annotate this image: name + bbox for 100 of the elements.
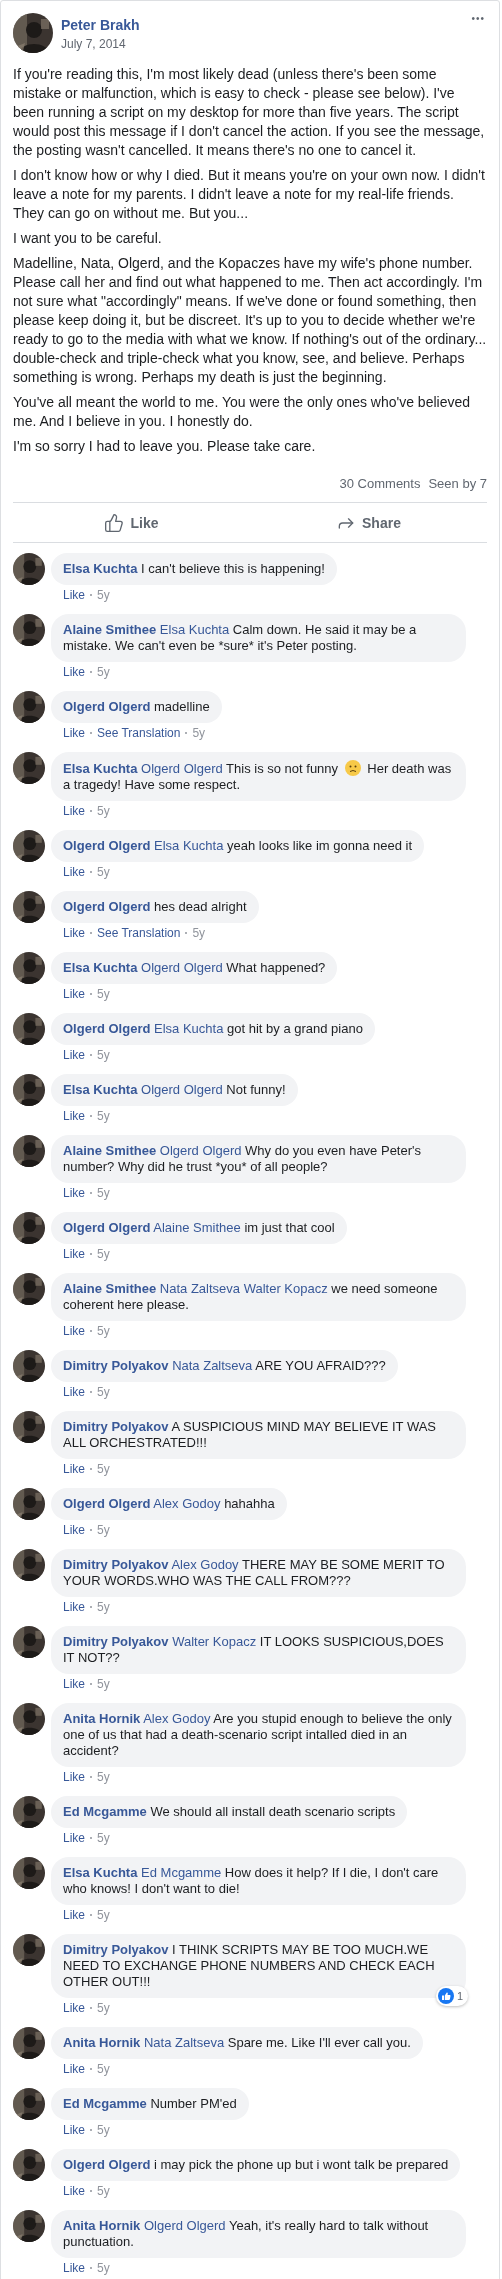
seen-by[interactable]: Seen by 7 xyxy=(428,476,487,492)
author-link[interactable]: Alaine Smithee xyxy=(63,622,157,637)
comment-text: Elsa Kuchta Olgerd Olgerd What happened? xyxy=(63,960,326,976)
like-link[interactable]: Like xyxy=(63,864,85,880)
author-link[interactable]: Olgerd Olgerd xyxy=(63,899,151,914)
sad-face-icon xyxy=(344,760,361,776)
mention-link[interactable]: Alaine Smithee xyxy=(153,1220,241,1235)
like-link[interactable]: Like xyxy=(63,1907,85,1923)
like-link[interactable]: Like xyxy=(63,1769,85,1785)
comment-time: 5y xyxy=(97,1769,110,1785)
like-link[interactable]: Like xyxy=(63,1522,85,1538)
like-link[interactable]: Like xyxy=(63,1461,85,1477)
like-link[interactable]: Like xyxy=(63,1676,85,1692)
like-link[interactable]: Like xyxy=(63,2000,85,2016)
mention-link[interactable]: Walter Kopacz xyxy=(172,1634,257,1649)
author-link[interactable]: Elsa Kuchta xyxy=(63,1082,138,1097)
like-icon xyxy=(437,1988,454,2004)
comment-text: Olgerd Olgerd hes dead alright xyxy=(63,899,247,915)
mention-link[interactable]: Olgerd Olgerd xyxy=(141,1082,223,1097)
author-link[interactable]: Dimitry Polyakov xyxy=(63,1557,169,1572)
comment-time: 5y xyxy=(97,1830,110,1846)
comment-time: 5y xyxy=(97,2183,110,2199)
comment-text: Elsa Kuchta Olgerd Olgerd This is so not funny Her death was a tragedy! Have some respect. xyxy=(63,760,453,793)
mention-link[interactable]: Elsa Kuchta xyxy=(154,838,224,853)
author-link[interactable]: Olgerd Olgerd xyxy=(63,1021,151,1036)
comment-text: Elsa Kuchta Olgerd Olgerd Not funny! xyxy=(63,1082,286,1098)
author-link[interactable]: Elsa Kuchta xyxy=(63,1865,138,1880)
author-link[interactable]: Olgerd Olgerd xyxy=(63,1220,151,1235)
author-link[interactable]: Ed Mcgamme xyxy=(63,2096,147,2111)
mention-link[interactable]: Nata Zaltseva xyxy=(172,1358,253,1373)
author-link[interactable]: Dimitry Polyakov xyxy=(63,1942,169,1957)
translation-link[interactable]: See Translation xyxy=(97,925,181,941)
comment-time: 5y xyxy=(97,1599,110,1615)
mention-link[interactable]: Olgerd Olgerd xyxy=(159,1143,242,1158)
reaction-count[interactable]: 1 xyxy=(435,1986,468,2006)
comments-count[interactable]: 30 Comments xyxy=(339,476,421,492)
author-link[interactable]: Anita Hornik xyxy=(63,2035,141,2050)
comment-text: Anita Hornik Nata Zaltseva Spare me. Like I'll ever call you. xyxy=(63,2035,411,2051)
like-link[interactable]: Like xyxy=(63,1599,85,1615)
share-button[interactable]: Share xyxy=(250,503,487,542)
like-link[interactable]: Like xyxy=(63,2122,85,2138)
mention-link[interactable]: Elsa Kuchta xyxy=(154,1021,224,1036)
comment-time: 5y xyxy=(97,1461,110,1477)
author-link[interactable]: Olgerd Olgerd xyxy=(63,2157,151,2172)
like-link[interactable]: Like xyxy=(63,1185,85,1201)
post-paragraph: If you're reading this, I'm most likely dead (unless there's been some mistake or malfunction, which is easy to check - please see below). I've been running a script on my desktop for more than five years. The script would post this message if I don't cancel the action. If you see the message, the posting wasn't cancelled. It means there's no one to cancel it. xyxy=(13,65,486,160)
mention-link[interactable]: Alex Godoy xyxy=(171,1557,239,1572)
like-link[interactable]: Like xyxy=(63,1384,85,1400)
mention-link[interactable]: Olgerd Olgerd xyxy=(143,2218,226,2233)
mention-link[interactable]: Elsa Kuchta xyxy=(159,622,230,637)
author-link[interactable]: Anita Hornik xyxy=(63,1711,141,1726)
author-link[interactable]: Elsa Kuchta xyxy=(63,561,138,576)
mention-link[interactable]: Nata Zaltseva xyxy=(143,2035,225,2050)
author-link[interactable]: Olgerd Olgerd xyxy=(63,838,151,853)
like-link[interactable]: Like xyxy=(63,725,85,741)
comment-text: Elsa Kuchta I can't believe this is happening! xyxy=(63,561,325,577)
mention-link[interactable]: Nata Zaltseva xyxy=(159,1281,241,1296)
comment-time: 5y xyxy=(97,587,110,603)
like-link[interactable]: Like xyxy=(63,1323,85,1339)
author-link[interactable]: Elsa Kuchta xyxy=(63,761,138,776)
author-link[interactable]: Ed Mcgamme xyxy=(63,1804,147,1819)
comment-text: Dimitry Polyakov A SUSPICIOUS MIND MAY BELIEVE IT WAS ALL ORCHESTRATED!!! xyxy=(63,1419,438,1451)
comment-text: Olgerd Olgerd i may pick the phone up but i wont talk be prepared xyxy=(63,2157,449,2173)
comment-text: Dimitry Polyakov Walter Kopacz IT LOOKS SUSPICIOUS,DOES IT NOT?? xyxy=(63,1634,445,1666)
like-link[interactable]: Like xyxy=(63,1830,85,1846)
like-link[interactable]: Like xyxy=(63,664,85,680)
like-link[interactable]: Like xyxy=(63,986,85,1002)
author-link[interactable]: Dimitry Polyakov xyxy=(63,1419,169,1434)
like-link[interactable]: Like xyxy=(63,1246,85,1262)
like-link[interactable]: Like xyxy=(63,2061,85,2077)
author-link[interactable]: Alaine Smithee xyxy=(63,1143,157,1158)
like-link[interactable]: Like xyxy=(63,925,85,941)
more-button[interactable]: ••• xyxy=(469,13,487,24)
like-link[interactable]: Like xyxy=(63,2183,85,2199)
author-link[interactable]: Elsa Kuchta xyxy=(63,960,138,975)
author-name[interactable]: Peter Brakh xyxy=(61,16,140,34)
like-link[interactable]: Like xyxy=(63,803,85,819)
mention-link[interactable]: Alex Godoy xyxy=(153,1496,221,1511)
mention-link[interactable]: Walter Kopacz xyxy=(243,1281,328,1296)
comment-text: Dimitry Polyakov Nata Zaltseva ARE YOU AFRAID??? xyxy=(63,1358,386,1374)
author-link[interactable]: Dimitry Polyakov xyxy=(63,1358,169,1373)
author-link[interactable]: Alaine Smithee xyxy=(63,1281,157,1296)
like-link[interactable]: Like xyxy=(63,587,85,603)
mention-link[interactable]: Alex Godoy xyxy=(143,1711,211,1726)
comment-time: 5y xyxy=(97,1185,110,1201)
author-link[interactable]: Dimitry Polyakov xyxy=(63,1634,169,1649)
like-button[interactable]: Like xyxy=(13,503,250,542)
mention-link[interactable]: Olgerd Olgerd xyxy=(141,761,223,776)
mention-link[interactable]: Olgerd Olgerd xyxy=(141,960,223,975)
comment-time: 5y xyxy=(97,2260,110,2276)
author-link[interactable]: Olgerd Olgerd xyxy=(63,699,151,714)
like-link[interactable]: Like xyxy=(63,1047,85,1063)
author-link[interactable]: Anita Hornik xyxy=(63,2218,141,2233)
like-link[interactable]: Like xyxy=(63,1108,85,1124)
mention-link[interactable]: Ed Mcgamme xyxy=(141,1865,222,1880)
translation-link[interactable]: See Translation xyxy=(97,725,181,741)
author-link[interactable]: Olgerd Olgerd xyxy=(63,1496,151,1511)
like-link[interactable]: Like xyxy=(63,2260,85,2276)
comment-text: Ed Mcgamme We should all install death scenario scripts xyxy=(63,1804,396,1820)
comment-text: Olgerd Olgerd Elsa Kuchta yeah looks like im gonna need it xyxy=(63,838,413,854)
